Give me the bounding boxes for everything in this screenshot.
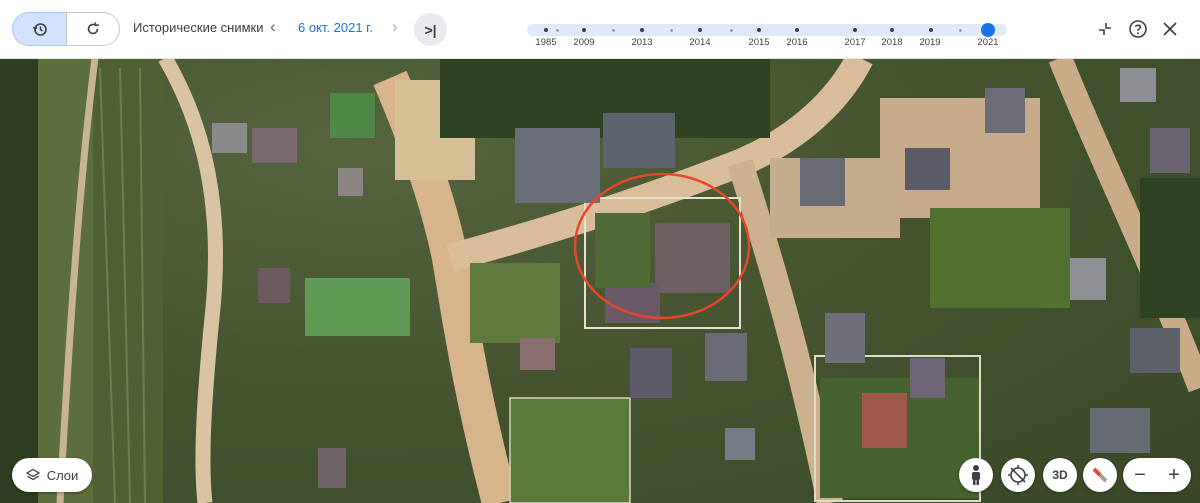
skip-next-icon: >| (424, 21, 437, 38)
timeline-dot[interactable] (890, 28, 894, 32)
3d-label: 3D (1052, 468, 1068, 482)
timeline-year-label[interactable]: 2019 (919, 37, 940, 48)
page-title: Исторические снимки (133, 20, 264, 35)
satellite-map[interactable] (0, 58, 1200, 503)
street-view-button[interactable] (959, 458, 993, 492)
zoom-control: − + (1123, 458, 1191, 492)
timeline-dot[interactable] (853, 28, 857, 32)
header-bar: Исторические снимки ‹ 6 окт. 2021 г. › >… (0, 0, 1200, 59)
layers-icon (25, 468, 40, 481)
timeline-dot[interactable] (582, 28, 586, 32)
refresh-icon (87, 22, 100, 35)
timeline-year-label[interactable]: 2015 (748, 37, 769, 48)
help-icon (1129, 20, 1147, 38)
history-icon (32, 23, 47, 36)
close-button[interactable] (1156, 15, 1184, 43)
selected-date[interactable]: 6 окт. 2021 г. (298, 20, 373, 35)
timeline-dot[interactable] (556, 28, 559, 32)
jump-to-latest-button[interactable]: >| (414, 13, 447, 46)
close-icon (1163, 22, 1177, 36)
previous-date-arrow[interactable]: ‹ (270, 17, 276, 37)
timeline-dot[interactable] (929, 28, 933, 32)
compass-icon (1092, 467, 1108, 483)
timeline-year-label[interactable]: 2013 (631, 37, 652, 48)
timeline-year-label[interactable]: 2016 (786, 37, 807, 48)
zoom-out-button[interactable]: − (1123, 458, 1157, 492)
help-button[interactable] (1124, 15, 1152, 43)
layers-button[interactable]: Слои (12, 458, 92, 492)
timeline-dot[interactable] (612, 28, 615, 32)
timeline-year-label[interactable]: 2018 (881, 37, 902, 48)
timeline-year-label[interactable]: 2017 (844, 37, 865, 48)
timeline-dot[interactable] (544, 28, 548, 32)
satellite-imagery (0, 58, 1200, 503)
history-mode-button[interactable] (12, 12, 67, 46)
rotation-toggle-button[interactable] (1001, 458, 1035, 492)
timeline-dot[interactable] (795, 28, 799, 32)
compass-button[interactable] (1083, 458, 1117, 492)
timeline-dot[interactable] (757, 28, 761, 32)
timeline-slider[interactable] (527, 23, 1007, 37)
timeline-year-label[interactable]: 2014 (689, 37, 710, 48)
timeline-dot[interactable] (640, 28, 644, 32)
timeline-selected-dot[interactable] (981, 23, 995, 37)
timeline-dot[interactable] (670, 28, 673, 32)
current-mode-button[interactable] (66, 12, 120, 46)
layers-label: Слои (46, 467, 79, 483)
collapse-button[interactable] (1091, 15, 1119, 43)
timeline-year-label[interactable]: 2021 (977, 37, 998, 48)
pegman-icon (972, 465, 980, 485)
compass-off-icon (1008, 465, 1028, 485)
zoom-in-button[interactable]: + (1157, 458, 1191, 492)
timeline-dot[interactable] (959, 28, 962, 32)
next-date-arrow[interactable]: › (392, 17, 398, 37)
3d-view-button[interactable]: 3D (1043, 458, 1077, 492)
timeline-year-label[interactable]: 1985 (535, 37, 556, 48)
timeline-year-label[interactable]: 2009 (573, 37, 594, 48)
timeline-dot[interactable] (730, 28, 733, 32)
timeline-dot[interactable] (698, 28, 702, 32)
collapse-icon (1099, 23, 1111, 35)
